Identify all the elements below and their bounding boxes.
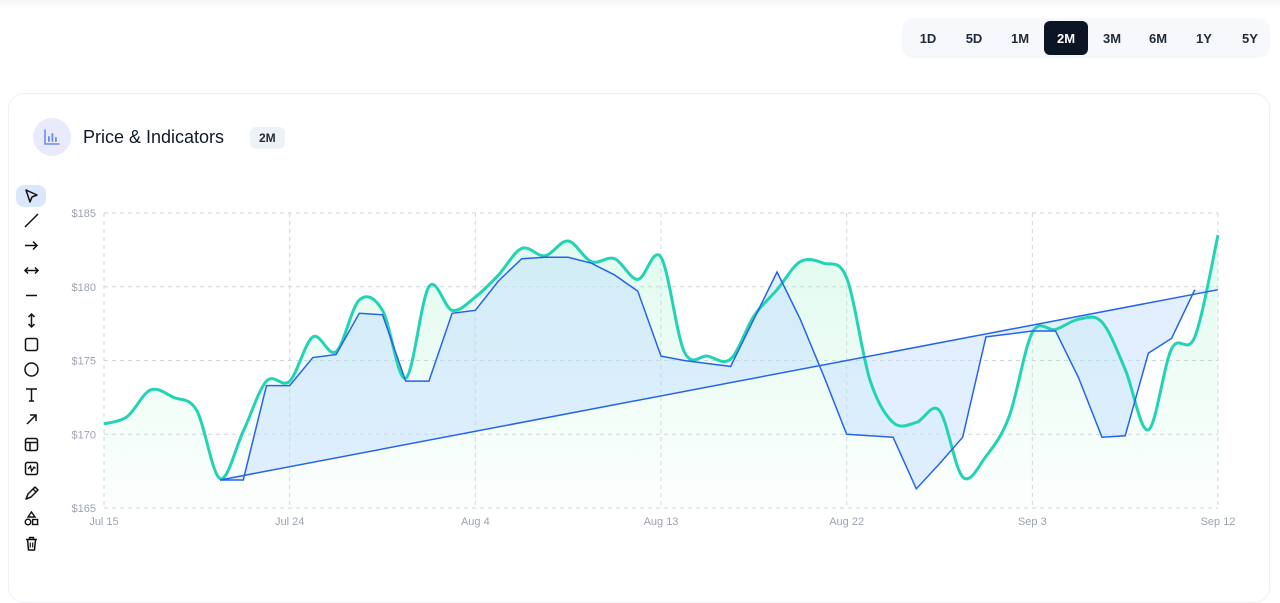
activity-tool[interactable]: [16, 458, 46, 480]
x-tick-label: Jul 24: [275, 516, 304, 528]
top-shadow: [0, 0, 1280, 8]
x-tick-label: Sep 3: [1018, 516, 1047, 528]
cursor-icon: [24, 188, 38, 203]
range-button-1d[interactable]: 1D: [906, 21, 950, 55]
layout-tool[interactable]: [16, 433, 46, 455]
brush-icon: [24, 486, 39, 500]
text-tool[interactable]: [16, 383, 46, 405]
rectangle-icon: [24, 338, 38, 352]
horizontal-arrows-icon: [23, 266, 39, 274]
trend-line-icon: [23, 213, 39, 228]
horizontal-line-icon: [25, 294, 37, 296]
x-tick-label: Aug 13: [644, 516, 679, 528]
rectangle-tool[interactable]: [16, 334, 46, 356]
range-button-2m[interactable]: 2M: [1044, 21, 1088, 55]
horizontal-line-tool[interactable]: [16, 284, 46, 306]
range-button-6m[interactable]: 6M: [1136, 21, 1180, 55]
price-chart[interactable]: $185 $180 $175 $170 $165Jul 15 Jul 24 Aug 4 Aug…: [60, 195, 1235, 535]
brush-tool[interactable]: [16, 483, 46, 505]
x-tick-label: Aug 22: [829, 516, 864, 528]
activity-icon: [24, 462, 38, 476]
x-tick-label: Aug 4: [461, 516, 490, 528]
time-range-selector: 1D 5D 1M 2M 3M 6M 1Y 5Y: [902, 18, 1270, 58]
arrow-right-tool[interactable]: [16, 235, 46, 257]
y-tick-label: $170: [72, 429, 96, 441]
range-button-5y[interactable]: 5Y: [1228, 21, 1272, 55]
y-tick-label: $185: [72, 208, 96, 220]
range-button-5d[interactable]: 5D: [952, 21, 996, 55]
y-tick-label: $180: [72, 282, 96, 294]
diagonal-arrow-icon: [25, 413, 37, 425]
shapes-tool[interactable]: [16, 507, 46, 529]
trash-icon: [25, 536, 37, 551]
range-badge: 2M: [250, 127, 285, 149]
y-tick-label: $175: [72, 356, 96, 368]
trend-line-tool[interactable]: [16, 210, 46, 232]
range-button-1m[interactable]: 1M: [998, 21, 1042, 55]
x-tick-label: Sep 12: [1201, 516, 1235, 528]
range-button-3m[interactable]: 3M: [1090, 21, 1134, 55]
text-icon: [25, 388, 37, 402]
diagonal-arrow-tool[interactable]: [16, 408, 46, 430]
circle-icon: [23, 362, 39, 377]
x-tick-label: Jul 15: [89, 516, 118, 528]
layout-icon: [24, 437, 38, 451]
chart-bar-icon: [33, 118, 71, 156]
vertical-arrows-icon: [27, 312, 35, 328]
y-tick-label: $165: [72, 503, 96, 515]
horizontal-arrows-tool[interactable]: [16, 259, 46, 281]
circle-tool[interactable]: [16, 359, 46, 381]
card-title: Price & Indicators: [83, 127, 225, 147]
arrow-right-icon: [24, 241, 38, 251]
trash-tool[interactable]: [16, 532, 46, 554]
range-button-1y[interactable]: 1Y: [1182, 21, 1226, 55]
vertical-arrows-tool[interactable]: [16, 309, 46, 331]
cursor-tool[interactable]: [16, 185, 46, 207]
shapes-icon: [24, 510, 38, 526]
